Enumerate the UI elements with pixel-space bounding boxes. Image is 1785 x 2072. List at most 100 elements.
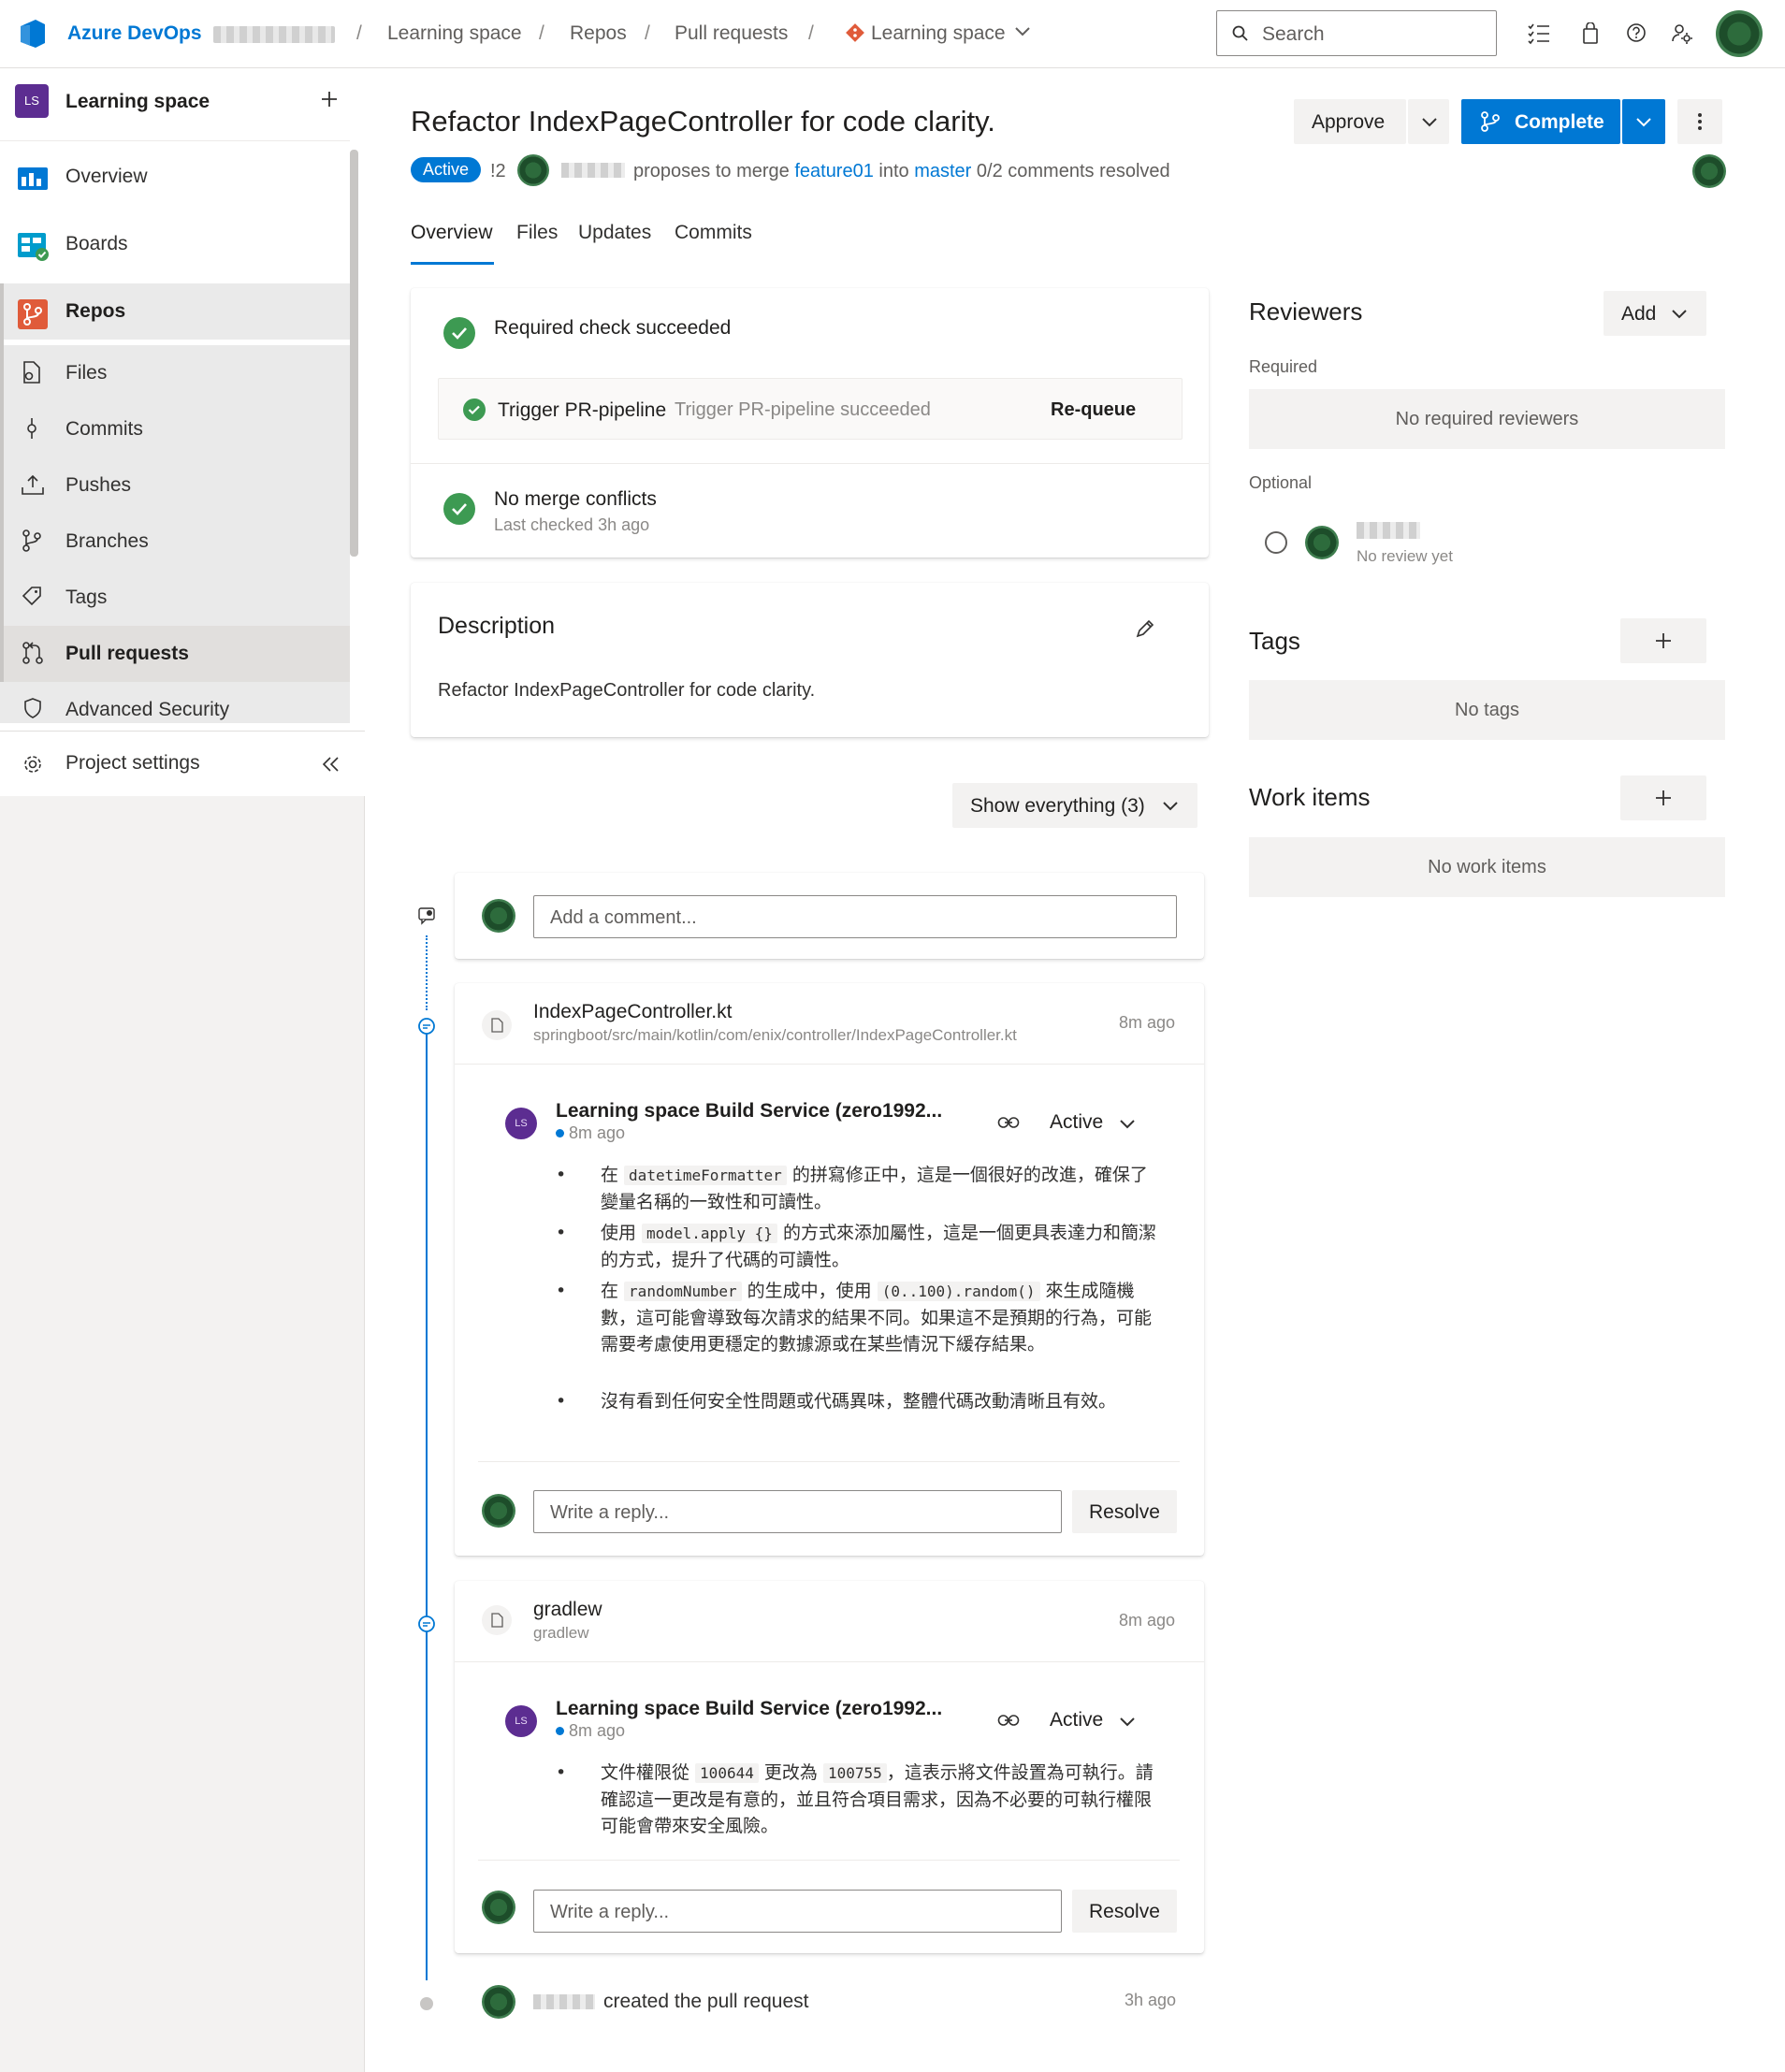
new-item-plus-icon[interactable] bbox=[320, 90, 339, 109]
tags-heading: Tags bbox=[1249, 627, 1300, 655]
reviewer-avatar[interactable] bbox=[1305, 526, 1339, 559]
nav-group-indicator bbox=[0, 283, 4, 719]
into-text: into bbox=[878, 161, 909, 181]
nav-item-repos[interactable]: Repos bbox=[0, 283, 350, 340]
breadcrumb-project[interactable]: Learning space bbox=[387, 22, 522, 45]
author-avatar[interactable] bbox=[482, 1985, 515, 2019]
more-actions-button[interactable] bbox=[1677, 99, 1722, 144]
reviewer-avatar[interactable] bbox=[1692, 154, 1726, 188]
breadcrumb-repository[interactable]: Learning space bbox=[871, 22, 1006, 45]
nav-item-advanced-security[interactable]: Advanced Security bbox=[0, 682, 350, 723]
nav-item-pull-requests[interactable]: Pull requests bbox=[0, 626, 350, 682]
required-check-title: Required check succeeded bbox=[494, 317, 732, 339]
tab-overview[interactable]: Overview bbox=[411, 222, 493, 244]
project-name[interactable]: Learning space bbox=[65, 91, 210, 113]
comment-bullet: 在 datetimeFormatter 的拼寫修正中，這是一個很好的改進，確保了… bbox=[601, 1162, 1162, 1215]
thread-file-name[interactable]: IndexPageController.kt bbox=[533, 1001, 732, 1023]
add-tag-button[interactable] bbox=[1620, 618, 1706, 663]
approve-options-button[interactable] bbox=[1408, 99, 1449, 144]
author-avatar[interactable]: LS bbox=[505, 1705, 537, 1737]
search-icon bbox=[1232, 25, 1249, 42]
author-avatar[interactable] bbox=[517, 154, 549, 186]
edit-pencil-icon[interactable] bbox=[1135, 618, 1155, 639]
help-icon[interactable] bbox=[1626, 22, 1647, 43]
complete-options-button[interactable] bbox=[1622, 99, 1665, 144]
nav-item-commits[interactable]: Commits bbox=[0, 401, 350, 457]
chevron-down-icon[interactable] bbox=[1014, 26, 1031, 37]
pr-id: !2 bbox=[490, 161, 506, 181]
reply-input[interactable]: Write a reply... bbox=[533, 1890, 1062, 1933]
author-avatar[interactable]: LS bbox=[505, 1108, 537, 1139]
chevron-down-icon[interactable] bbox=[1119, 1119, 1136, 1130]
check-success-icon bbox=[463, 398, 486, 421]
azure-devops-logo-icon[interactable] bbox=[17, 17, 51, 51]
created-event-time: 3h ago bbox=[1125, 1991, 1177, 2009]
nav-item-files[interactable]: Files bbox=[0, 345, 350, 401]
resolve-button[interactable]: Resolve bbox=[1072, 1490, 1177, 1533]
breadcrumb-repos[interactable]: Repos bbox=[570, 22, 627, 45]
check-success-icon bbox=[443, 317, 475, 349]
add-comment-input[interactable]: Add a comment... bbox=[533, 895, 1177, 938]
thread-file-name[interactable]: gradlew bbox=[533, 1599, 602, 1621]
author-name-redacted[interactable] bbox=[533, 1994, 595, 2009]
more-vertical-icon bbox=[1697, 112, 1703, 131]
comment-author[interactable]: Learning space Build Service (zero1992..… bbox=[556, 1100, 942, 1123]
organization-name-redacted[interactable] bbox=[213, 26, 335, 43]
brand-name[interactable]: Azure DevOps bbox=[67, 22, 202, 45]
tab-updates[interactable]: Updates bbox=[578, 222, 651, 244]
page-title: Refactor IndexPageController for code cl… bbox=[411, 105, 995, 138]
current-user-avatar[interactable] bbox=[482, 1891, 515, 1924]
requeue-button[interactable]: Re-queue bbox=[1051, 399, 1136, 421]
comment-author[interactable]: Learning space Build Service (zero1992..… bbox=[556, 1698, 942, 1720]
tab-commits[interactable]: Commits bbox=[675, 222, 752, 244]
link-icon[interactable] bbox=[997, 1714, 1020, 1727]
project-settings-link[interactable]: Project settings bbox=[65, 752, 200, 775]
nav-scrollbar[interactable] bbox=[350, 150, 358, 557]
reply-input[interactable]: Write a reply... bbox=[533, 1490, 1062, 1533]
show-everything-filter[interactable]: Show everything (3) bbox=[952, 783, 1197, 828]
divider bbox=[455, 1064, 1204, 1065]
user-avatar[interactable] bbox=[1716, 10, 1763, 57]
task-list-icon[interactable] bbox=[1527, 22, 1551, 45]
nav-item-overview[interactable]: Overview bbox=[0, 149, 350, 205]
user-settings-icon[interactable] bbox=[1671, 22, 1693, 45]
nav-item-tags[interactable]: Tags bbox=[0, 570, 350, 626]
target-branch-link[interactable]: master bbox=[914, 161, 971, 181]
bullet-dot: • bbox=[556, 1391, 567, 1412]
project-badge[interactable]: LS bbox=[15, 84, 49, 118]
search-input[interactable]: Search bbox=[1216, 10, 1497, 56]
add-work-item-button[interactable] bbox=[1620, 775, 1706, 820]
divider bbox=[455, 1661, 1204, 1662]
pipeline-name[interactable]: Trigger PR-pipeline bbox=[498, 399, 666, 422]
thread-status-dropdown[interactable]: Active bbox=[1050, 1709, 1103, 1731]
chevron-down-icon[interactable] bbox=[1119, 1717, 1136, 1728]
author-name-redacted[interactable] bbox=[561, 163, 625, 178]
active-tab-indicator bbox=[411, 262, 494, 265]
breadcrumb-pull-requests[interactable]: Pull requests bbox=[675, 22, 788, 45]
chevron-down-icon bbox=[1162, 801, 1179, 812]
current-user-avatar[interactable] bbox=[482, 1494, 515, 1528]
source-branch-link[interactable]: feature01 bbox=[794, 161, 874, 181]
comment-thread-timeline-icon bbox=[417, 1615, 436, 1633]
bullet-text: 在 bbox=[601, 1281, 625, 1301]
no-tags: No tags bbox=[1249, 680, 1725, 740]
divider bbox=[0, 731, 365, 732]
thread-status-dropdown[interactable]: Active bbox=[1050, 1111, 1103, 1134]
approve-button[interactable]: Approve bbox=[1294, 99, 1406, 144]
nav-label: Repos bbox=[65, 300, 126, 322]
current-user-avatar[interactable] bbox=[482, 899, 515, 933]
nav-item-pushes[interactable]: Pushes bbox=[0, 457, 350, 514]
timeline-line bbox=[426, 1034, 428, 1980]
nav-item-branches[interactable]: Branches bbox=[0, 514, 350, 570]
tab-files[interactable]: Files bbox=[516, 222, 558, 244]
complete-button[interactable]: Complete bbox=[1461, 99, 1620, 144]
resolve-button[interactable]: Resolve bbox=[1072, 1890, 1177, 1933]
reviewer-name-redacted[interactable] bbox=[1357, 522, 1420, 539]
bullet-text: 在 bbox=[601, 1165, 625, 1185]
collapse-nav-icon[interactable] bbox=[322, 756, 341, 773]
add-reviewer-button[interactable]: Add bbox=[1604, 291, 1706, 336]
link-icon[interactable] bbox=[997, 1116, 1020, 1129]
merge-icon bbox=[1480, 110, 1501, 133]
marketplace-bag-icon[interactable] bbox=[1581, 22, 1600, 45]
nav-item-boards[interactable]: Boards bbox=[0, 216, 350, 272]
